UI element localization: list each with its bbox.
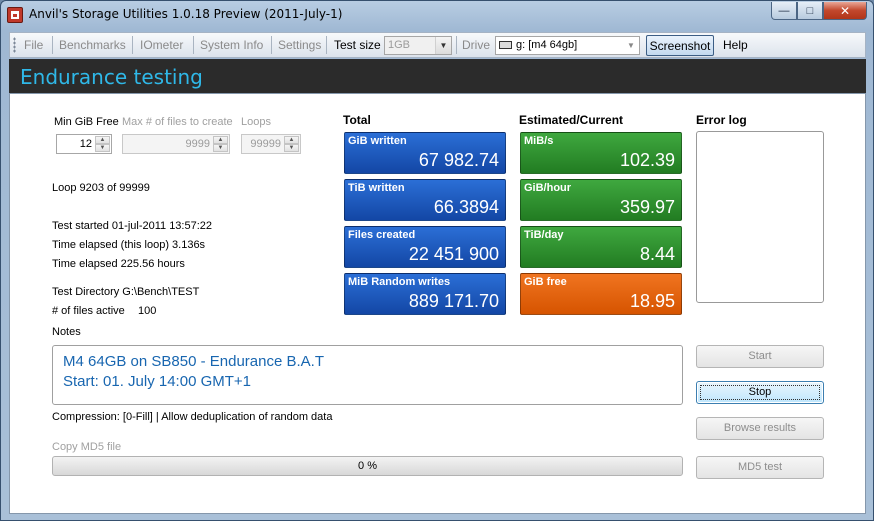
menu-iometer[interactable]: IOmeter: [140, 38, 183, 52]
menu-separator: [193, 36, 194, 54]
drive-select[interactable]: g: [m4 64gb] ▼: [495, 36, 640, 55]
start-button[interactable]: Start: [696, 345, 824, 368]
spin-up-icon[interactable]: ▲: [95, 136, 110, 144]
tile-label: Files created: [348, 229, 416, 241]
test-started: Test started 01-jul-2011 13:57:22: [52, 220, 213, 232]
tile-tib-written: TiB written 66.3894: [344, 179, 506, 221]
tile-tib-per-day: TiB/day 8.44: [520, 226, 682, 268]
menu-system-info[interactable]: System Info: [200, 38, 263, 52]
test-size-label: Test size: [334, 38, 381, 52]
test-directory: Test Directory G:\Bench\TEST: [52, 286, 200, 298]
tile-value: 18.95: [629, 291, 675, 311]
window-controls: — □ ✕: [771, 2, 867, 20]
tile-label: GiB written: [348, 135, 407, 147]
tile-label: MiB/s: [524, 135, 554, 147]
tile-label: TiB written: [348, 182, 405, 194]
chevron-down-icon: ▼: [627, 41, 635, 50]
menu-file[interactable]: File: [24, 38, 43, 52]
md5-test-button[interactable]: MD5 test: [696, 456, 824, 479]
files-active-value: 100: [138, 305, 157, 317]
notes-label: Notes: [52, 326, 81, 338]
loop-status: Loop 9203 of 99999: [52, 182, 150, 194]
test-size-value: 1GB: [388, 39, 411, 51]
drive-label: Drive: [462, 38, 491, 52]
tile-random-writes: MiB Random writes 889 171.70: [344, 273, 506, 315]
error-log-box[interactable]: [696, 131, 824, 303]
spin-down-icon[interactable]: ▼: [95, 144, 110, 152]
md5-progress-bar: 0 %: [52, 456, 683, 476]
window-title: Anvil's Storage Utilities 1.0.18 Preview…: [29, 7, 343, 21]
tile-value: 67 982.74: [418, 150, 499, 170]
spin-down-icon[interactable]: ▼: [213, 144, 228, 152]
tile-value: 889 171.70: [408, 291, 499, 311]
error-log-heading: Error log: [696, 113, 747, 127]
stop-button[interactable]: Stop: [696, 381, 824, 404]
md5-label: Copy MD5 file: [52, 441, 122, 453]
menu-benchmarks[interactable]: Benchmarks: [59, 38, 126, 52]
menu-settings[interactable]: Settings: [278, 38, 321, 52]
tile-mib-per-sec: MiB/s 102.39: [520, 132, 682, 174]
notes-line: Start: 01. July 14:00 GMT+1: [63, 373, 252, 390]
tile-label: GiB/hour: [524, 182, 572, 194]
files-active-label: # of files active: [52, 305, 125, 317]
app-logo-icon[interactable]: [7, 7, 23, 23]
menu-separator: [271, 36, 272, 54]
tile-value: 22 451 900: [408, 244, 499, 264]
drive-value: g: [m4 64gb]: [516, 39, 578, 51]
elapsed-total: Time elapsed 225.56 hours: [52, 258, 185, 270]
max-files-label: Max # of files to create: [122, 116, 233, 128]
tile-value: 102.39: [619, 150, 675, 170]
loops-stepper[interactable]: 99999 ▲ ▼: [241, 134, 301, 154]
spin-up-icon[interactable]: ▲: [213, 136, 228, 144]
drive-icon: [499, 41, 512, 49]
tile-label: GiB free: [524, 276, 567, 288]
compression-info: Compression: [0-Fill] | Allow deduplicat…: [52, 411, 333, 423]
menu-separator: [326, 36, 327, 54]
menu-separator: [132, 36, 133, 54]
endurance-panel: Min GiB Free Max # of files to create Lo…: [9, 93, 866, 514]
browse-results-button[interactable]: Browse results: [696, 417, 824, 440]
tile-gib-written: GiB written 67 982.74: [344, 132, 506, 174]
menu-separator: [456, 36, 457, 54]
spin-down-icon[interactable]: ▼: [284, 144, 299, 152]
max-files-stepper[interactable]: 9999 ▲ ▼: [122, 134, 230, 154]
tile-label: MiB Random writes: [348, 276, 451, 288]
close-button[interactable]: ✕: [823, 2, 867, 20]
max-files-value: 9999: [185, 138, 210, 150]
menu-help[interactable]: Help: [723, 38, 748, 52]
notes-line: M4 64GB on SB850 - Endurance B.A.T: [63, 353, 324, 370]
tile-gib-per-hour: GiB/hour 359.97: [520, 179, 682, 221]
app-window: Anvil's Storage Utilities 1.0.18 Preview…: [0, 0, 874, 521]
total-heading: Total: [343, 113, 371, 127]
progress-text: 0 %: [358, 460, 377, 472]
menu-bar: File Benchmarks IOmeter System Info Sett…: [9, 32, 866, 58]
notes-textarea[interactable]: M4 64GB on SB850 - Endurance B.A.T Start…: [52, 345, 683, 405]
screenshot-button[interactable]: Screenshot: [646, 35, 714, 56]
title-bar[interactable]: Anvil's Storage Utilities 1.0.18 Preview…: [1, 1, 873, 29]
loops-label: Loops: [241, 116, 271, 128]
tile-value: 8.44: [639, 244, 675, 264]
estimated-heading: Estimated/Current: [519, 113, 624, 127]
maximize-button[interactable]: □: [797, 2, 823, 20]
tile-value: 359.97: [619, 197, 675, 217]
test-size-select[interactable]: 1GB ▼: [384, 36, 452, 55]
menu-separator: [52, 36, 53, 54]
page-header: Endurance testing: [9, 59, 866, 93]
tile-value: 66.3894: [433, 197, 499, 217]
toolbar-grip-icon[interactable]: [13, 37, 16, 53]
tile-gib-free: GiB free 18.95: [520, 273, 682, 315]
loops-value: 99999: [250, 138, 281, 150]
page-title: Endurance testing: [20, 65, 203, 89]
tile-files-created: Files created 22 451 900: [344, 226, 506, 268]
min-free-value: 12: [79, 138, 92, 150]
elapsed-loop: Time elapsed (this loop) 3.136s: [52, 239, 206, 251]
tile-label: TiB/day: [524, 229, 564, 241]
min-free-stepper[interactable]: 12 ▲ ▼: [56, 134, 112, 154]
chevron-down-icon: ▼: [435, 37, 451, 54]
min-free-label: Min GiB Free: [54, 116, 119, 128]
minimize-button[interactable]: —: [771, 2, 797, 20]
spin-up-icon[interactable]: ▲: [284, 136, 299, 144]
